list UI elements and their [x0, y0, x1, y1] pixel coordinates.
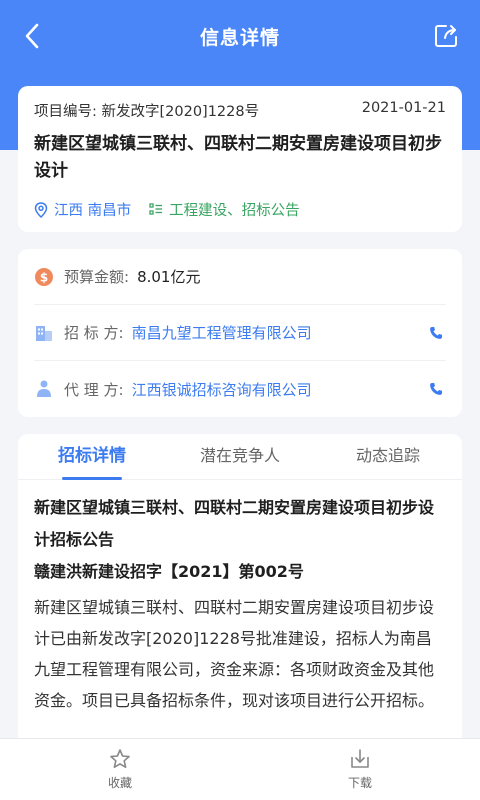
announcement-body: 新建区望城镇三联村、四联村二期安置房建设项目初步设计已由新发改字[2020]12… — [34, 598, 435, 710]
download-button[interactable]: 下载 — [240, 739, 480, 800]
budget-label: 预算金额: — [64, 268, 130, 286]
detail-card: 招标详情 潜在竞争人 动态追踪 新建区望城镇三联村、四联村二期安置房建设项目初步… — [18, 434, 462, 754]
download-icon — [351, 749, 369, 768]
favorite-button[interactable]: 收藏 — [0, 739, 240, 800]
project-info-card: $ 预算金额: 8.01亿元 招 标 方: 南昌九望工程管理有限公司 代 理 方… — [18, 249, 462, 417]
list-icon — [149, 202, 163, 215]
agent-label: 代 理 方: — [64, 380, 124, 399]
project-date: 2021-01-21 — [361, 100, 446, 116]
category-text: 工程建设、招标公告 — [169, 203, 300, 219]
project-title: 新建区望城镇三联村、四联村二期安置房建设项目初步设计 — [34, 134, 442, 181]
agent-phone-button[interactable] — [426, 379, 446, 399]
back-button[interactable] — [14, 18, 50, 54]
tab-bid-details[interactable]: 招标详情 — [18, 434, 166, 480]
project-summary-card: 项目编号: 新发改字[2020]1228号 2021-01-21 新建区望城镇三… — [18, 86, 462, 232]
bottom-action-bar: 收藏 下载 — [0, 738, 480, 800]
location-pin-icon — [34, 201, 48, 218]
budget-row: $ 预算金额: 8.01亿元 — [34, 249, 446, 305]
svg-text:$: $ — [40, 270, 48, 284]
category-tag: 工程建设、招标公告 — [149, 199, 300, 220]
detail-tabs: 招标详情 潜在竞争人 动态追踪 — [18, 434, 462, 480]
download-label: 下载 — [347, 776, 372, 790]
announcement-heading: 新建区望城镇三联村、四联村二期安置房建设项目初步设计招标公告 — [34, 498, 435, 549]
document-number: 赣建洪新建设招字【2021】第002号 — [34, 562, 304, 581]
tab-dynamic-tracking[interactable]: 动态追踪 — [314, 434, 462, 479]
share-button[interactable] — [430, 20, 462, 52]
phone-icon — [430, 326, 442, 339]
tenderer-phone-button[interactable] — [426, 323, 446, 343]
share-icon — [435, 25, 457, 47]
star-icon — [110, 749, 130, 769]
project-number: 项目编号: 新发改字[2020]1228号 — [34, 104, 260, 120]
location-tag: 江西 南昌市 — [34, 199, 131, 220]
location-text: 江西 南昌市 — [54, 203, 132, 219]
project-tags: 江西 南昌市 工程建设、招标公告 — [34, 199, 446, 220]
tenderer-link[interactable]: 南昌九望工程管理有限公司 — [132, 322, 426, 343]
budget-value: 8.01亿元 — [137, 268, 201, 286]
agent-link[interactable]: 江西银诚招标咨询有限公司 — [132, 379, 426, 400]
chevron-left-icon — [25, 23, 39, 49]
person-icon — [34, 379, 54, 399]
building-icon — [34, 323, 54, 343]
money-icon: $ — [34, 267, 54, 287]
favorite-label: 收藏 — [107, 776, 132, 790]
agent-row: 代 理 方: 江西银诚招标咨询有限公司 — [34, 361, 446, 417]
detail-content: 新建区望城镇三联村、四联村二期安置房建设项目初步设计招标公告 赣建洪新建设招字【… — [18, 480, 462, 716]
page-title: 信息详情 — [199, 26, 280, 49]
tenderer-label: 招 标 方: — [64, 324, 124, 342]
phone-icon — [430, 383, 442, 395]
project-meta-row: 项目编号: 新发改字[2020]1228号 2021-01-21 — [34, 100, 446, 121]
top-bar: 信息详情 — [0, 0, 480, 72]
tenderer-row: 招 标 方: 南昌九望工程管理有限公司 — [34, 305, 446, 361]
tab-potential-competitors[interactable]: 潜在竞争人 — [166, 434, 314, 479]
